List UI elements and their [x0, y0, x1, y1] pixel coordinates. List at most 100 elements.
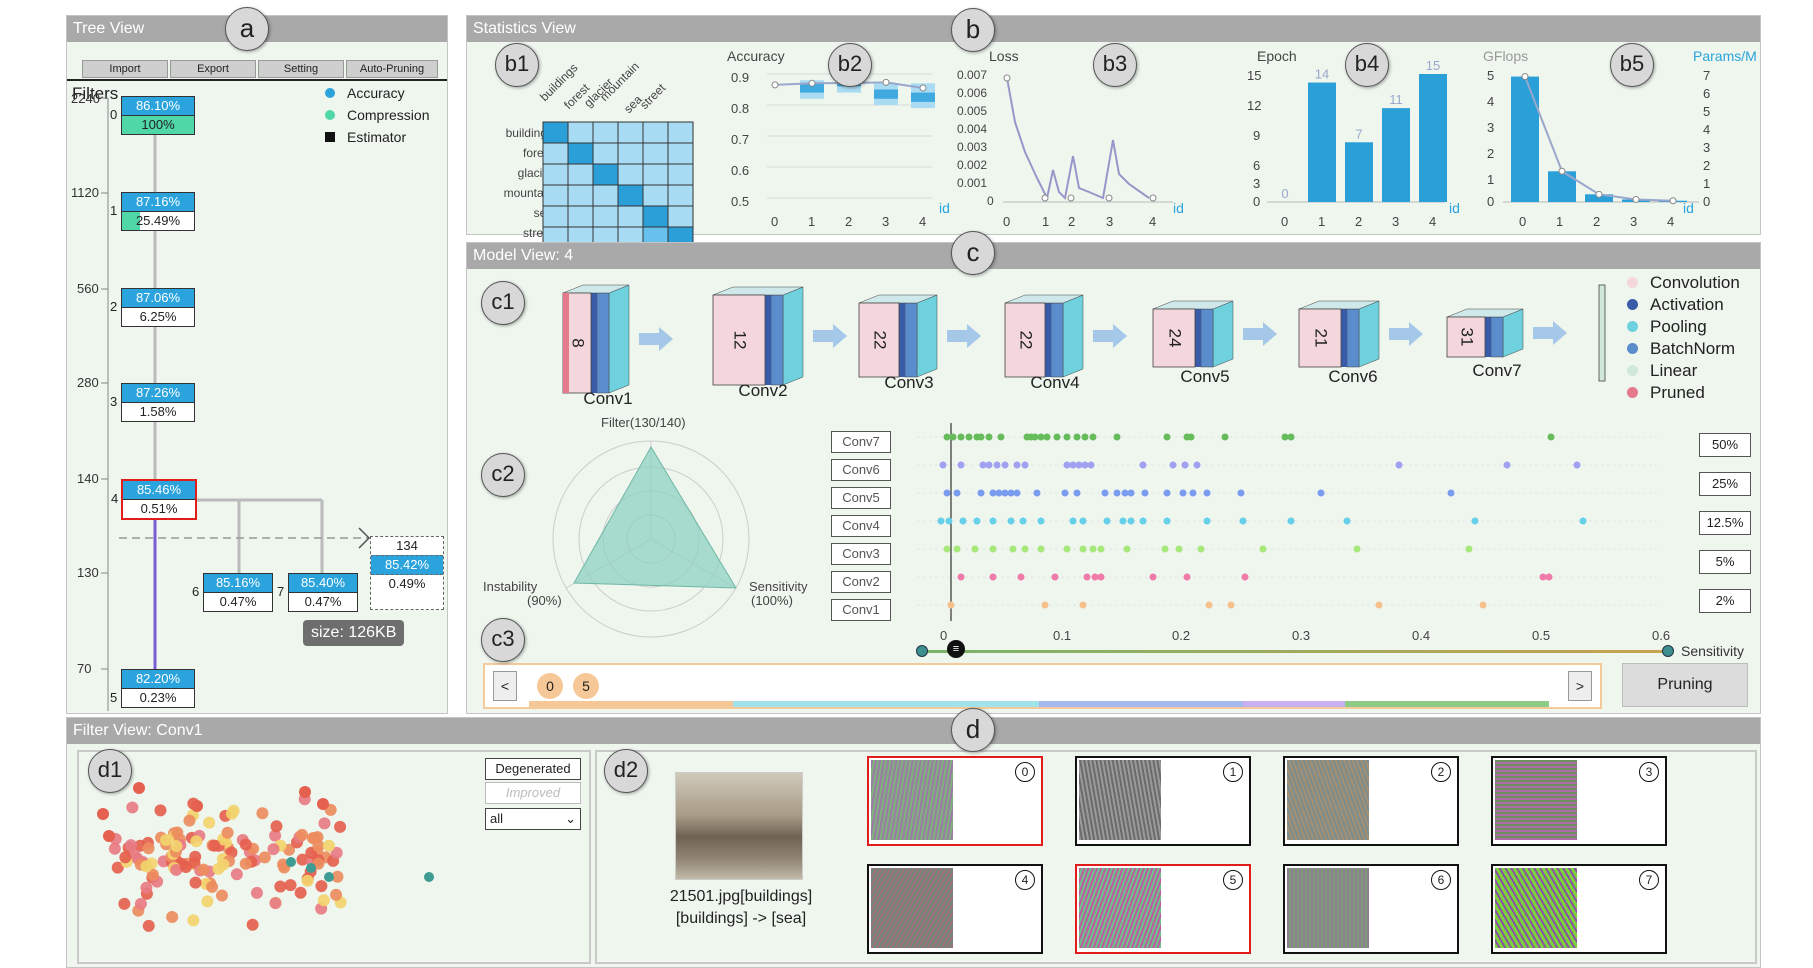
- sensitivity-dot: [1073, 433, 1081, 441]
- filter-point: [118, 897, 131, 910]
- cm-cell: [667, 163, 694, 186]
- percent-button-5[interactable]: 5%: [1699, 550, 1751, 574]
- slider-left-handle[interactable]: [916, 645, 928, 657]
- estimator-node[interactable]: 134 85.42% 0.49%: [370, 536, 444, 610]
- sensitivity-dot: [1043, 433, 1051, 441]
- sensitivity-dot: [1083, 573, 1091, 581]
- filter-thumbnail[interactable]: 0: [867, 756, 1043, 846]
- pruning-button[interactable]: Pruning: [1622, 663, 1748, 707]
- sensitivity-dot: [1089, 433, 1097, 441]
- percent-button-12-5[interactable]: 12.5%: [1699, 511, 1751, 535]
- loss-x: 1: [1042, 214, 1050, 229]
- acc-range-bar-core: [911, 92, 935, 102]
- slider-right-handle[interactable]: [1662, 645, 1674, 657]
- sensitivity-dot: [1317, 489, 1325, 497]
- history-next-button[interactable]: >: [1568, 671, 1592, 701]
- filter-index: 0: [1015, 762, 1035, 782]
- tree-node[interactable]: 3 87.26% 1.58%: [110, 383, 195, 422]
- sensitivity-dot: [1395, 461, 1403, 469]
- tree-node[interactable]: 7 85.40% 0.47%: [277, 573, 358, 612]
- filter-point: [296, 828, 309, 841]
- sensitivity-dot: [1097, 545, 1105, 553]
- filter-thumbnail[interactable]: 6: [1283, 864, 1459, 954]
- sensitivity-dot: [1545, 573, 1553, 581]
- params-point: [1521, 73, 1529, 81]
- sensitivity-dot: [1205, 601, 1213, 609]
- slider-thumb-icon[interactable]: ≡: [947, 640, 965, 658]
- conv-label-button[interactable]: Conv7: [831, 431, 891, 453]
- linear-dot-icon: [1627, 365, 1638, 376]
- tree-node[interactable]: 0 86.10% 100%: [110, 96, 195, 135]
- filter-thumbnail[interactable]: 4: [867, 864, 1043, 954]
- layer-filter-count: 8: [569, 338, 588, 347]
- node-accuracy: 86.10%: [122, 97, 194, 116]
- filter-thumbnail[interactable]: 2: [1283, 756, 1459, 846]
- history-color-band: [529, 701, 1549, 707]
- legend-pruned: Pruned: [1627, 383, 1705, 403]
- filter-activation-image: [871, 760, 953, 840]
- flow-arrow-icon: [947, 324, 981, 348]
- conv-label-button[interactable]: Conv2: [831, 571, 891, 593]
- filter-thumbnail[interactable]: 7: [1491, 864, 1667, 954]
- percent-button-2[interactable]: 2%: [1699, 589, 1751, 613]
- conv-label-button[interactable]: Conv1: [831, 599, 891, 621]
- filter-index: 7: [1639, 870, 1659, 890]
- sensitivity-dot: [1127, 489, 1135, 497]
- filter-view-title: Filter View: Conv1: [67, 718, 1760, 744]
- sensitivity-dot: [985, 433, 993, 441]
- sensitivity-slider-track[interactable]: [921, 650, 1667, 653]
- history-item[interactable]: 0: [537, 673, 563, 699]
- history-item[interactable]: 5: [573, 673, 599, 699]
- tree-node[interactable]: 5 82.20% 0.23%: [110, 669, 195, 708]
- sensitivity-dot: [1539, 573, 1547, 581]
- conv-label-button[interactable]: Conv5: [831, 487, 891, 509]
- layer-name: Conv1: [583, 389, 633, 408]
- cm-cell: [592, 205, 619, 228]
- conv-label-button[interactable]: Conv4: [831, 515, 891, 537]
- flow-arrow-icon: [1389, 322, 1423, 346]
- tree-node[interactable]: 6 85.16% 0.47%: [192, 573, 273, 612]
- filter-point: [239, 857, 252, 870]
- estimator-value: 134: [396, 538, 418, 553]
- gflops-bar: [1548, 171, 1576, 202]
- filter-index: 4: [1015, 870, 1035, 890]
- filter-thumbnail[interactable]: 1: [1075, 756, 1251, 846]
- filter-activation-image: [1079, 760, 1161, 840]
- sensitivity-dot: [1019, 517, 1027, 525]
- filter-point: [189, 876, 202, 889]
- loss-x: 4: [1149, 214, 1157, 229]
- history-prev-button[interactable]: <: [493, 671, 517, 701]
- filter-point: [197, 863, 210, 876]
- percent-button-25[interactable]: 25%: [1699, 472, 1751, 496]
- sensitivity-dot: [1287, 517, 1295, 525]
- flow-arrow-icon: [1243, 322, 1277, 346]
- cm-cell: [542, 142, 569, 165]
- sensitivity-dot: [1089, 545, 1097, 553]
- linear-layer: [1598, 284, 1606, 382]
- filter-thumbnail[interactable]: 5: [1075, 864, 1251, 954]
- degenerated-button[interactable]: Degenerated: [485, 758, 581, 780]
- filter-activation-image: [1495, 760, 1577, 840]
- node-compression: 0.51%: [140, 501, 178, 516]
- filter-thumbnail[interactable]: 3: [1491, 756, 1667, 846]
- tree-node[interactable]: 2 87.06% 6.25%: [110, 288, 195, 327]
- percent-button-50[interactable]: 50%: [1699, 433, 1751, 457]
- conv-label-button[interactable]: Conv3: [831, 543, 891, 565]
- sensitivity-dot: [1101, 489, 1109, 497]
- legend-convolution: Convolution: [1627, 273, 1740, 293]
- filter-point: [154, 804, 167, 817]
- filter-point: [286, 857, 296, 867]
- tree-node-selected[interactable]: 4 85.46% 0.51%: [111, 479, 197, 520]
- activation-dot-icon: [1627, 299, 1638, 310]
- tree-node[interactable]: 1 87.16% 25.49%: [110, 192, 195, 231]
- cm-cell: [617, 163, 644, 186]
- improved-button[interactable]: Improved: [485, 782, 581, 804]
- acc-tick: 0.5: [731, 194, 750, 209]
- sensitivity-dot: [1175, 545, 1183, 553]
- node-id: 5: [110, 690, 118, 705]
- conv-label-button[interactable]: Conv6: [831, 459, 891, 481]
- params-tick: 4: [1703, 122, 1711, 137]
- epoch-tick: 6: [1253, 158, 1261, 173]
- filter-point: [318, 817, 331, 830]
- filter-select[interactable]: all ⌄: [485, 808, 581, 830]
